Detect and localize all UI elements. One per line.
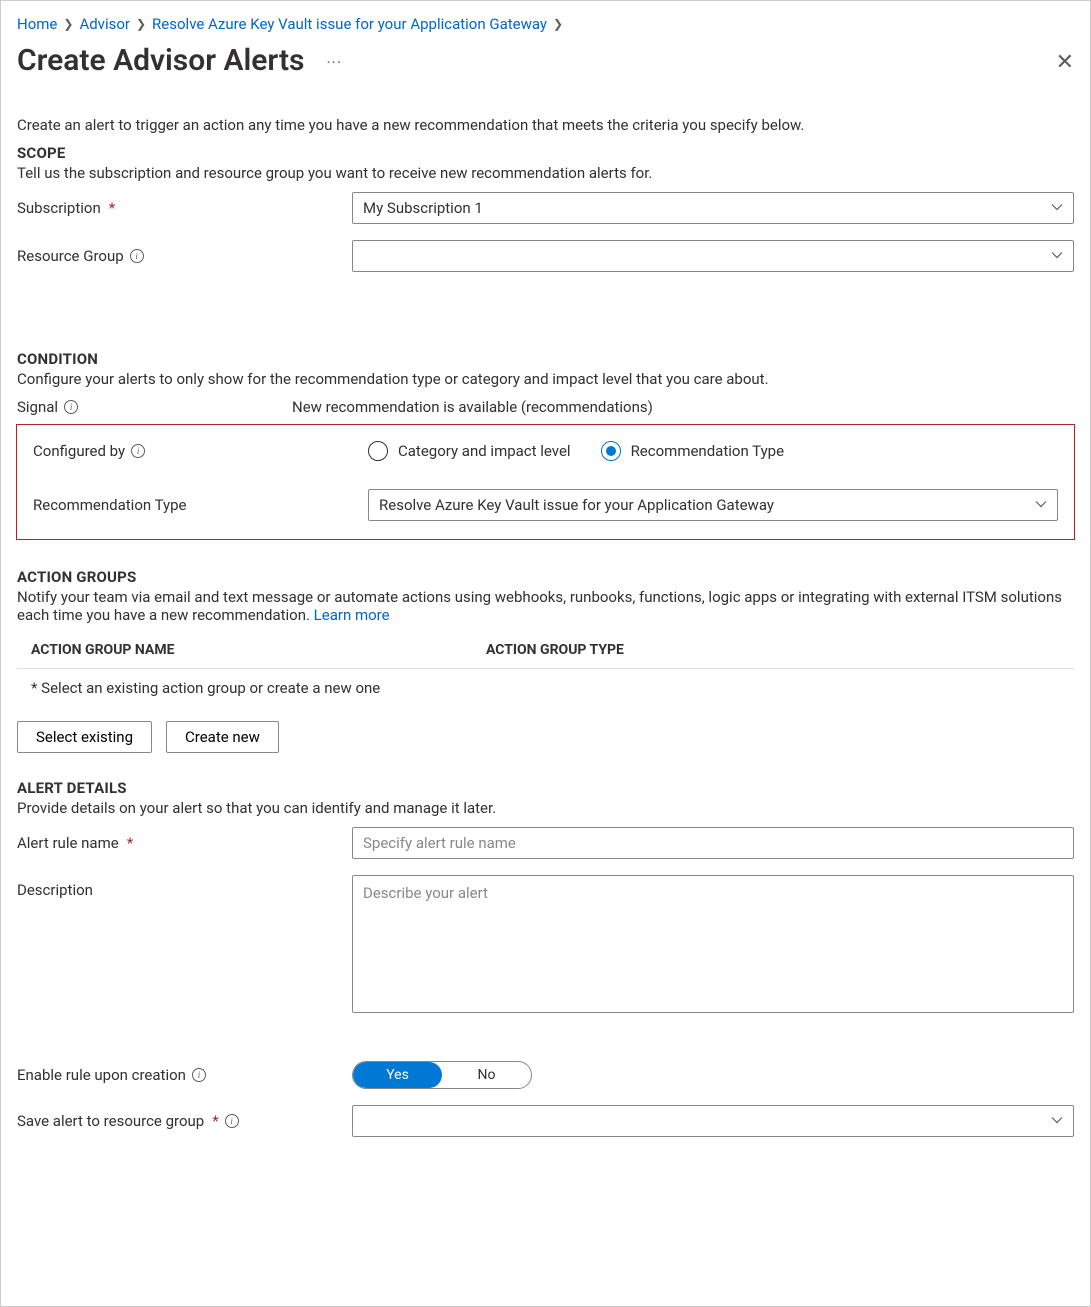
configured-by-highlight: Configured by i Category and impact leve… [16,424,1075,540]
radio-recommendation-type[interactable]: Recommendation Type [601,441,785,461]
recommendation-type-label: Recommendation Type [33,496,187,514]
recommendation-type-select[interactable]: Resolve Azure Key Vault issue for your A… [368,489,1058,521]
breadcrumb-recommendation[interactable]: Resolve Azure Key Vault issue for your A… [152,15,547,33]
section-scope-desc: Tell us the subscription and resource gr… [17,164,1074,182]
configured-by-label: Configured by [33,442,125,460]
chevron-right-icon: ❯ [553,17,563,31]
toggle-no[interactable]: No [442,1062,531,1088]
learn-more-link[interactable]: Learn more [314,606,390,624]
col-action-group-type: ACTION GROUP TYPE [486,642,1060,658]
required-indicator: * [109,199,115,217]
radio-category-impact[interactable]: Category and impact level [368,441,571,461]
breadcrumb: Home ❯ Advisor ❯ Resolve Azure Key Vault… [17,15,1074,33]
subscription-select[interactable]: My Subscription 1 [352,192,1074,224]
section-condition-heading: CONDITION [17,350,1074,368]
enable-rule-label: Enable rule upon creation [17,1066,186,1084]
action-group-table-header: ACTION GROUP NAME ACTION GROUP TYPE [17,636,1074,664]
configured-by-radio-group: Category and impact level Recommendation… [368,441,1058,461]
description-input[interactable] [352,875,1074,1013]
signal-label: Signal [17,398,58,416]
section-condition-desc: Configure your alerts to only show for t… [17,370,1074,388]
info-icon[interactable]: i [64,400,78,414]
save-resource-group-select[interactable] [352,1105,1074,1137]
subscription-value: My Subscription 1 [363,199,483,217]
chevron-down-icon [1051,199,1063,217]
section-scope-heading: SCOPE [17,144,1074,162]
select-existing-button[interactable]: Select existing [17,721,152,753]
alert-rule-name-label: Alert rule name [17,834,119,852]
recommendation-type-value: Resolve Azure Key Vault issue for your A… [379,496,774,514]
section-alert-details-heading: ALERT DETAILS [17,779,1074,797]
section-alert-details-desc: Provide details on your alert so that yo… [17,799,1074,817]
breadcrumb-home[interactable]: Home [17,15,57,33]
resource-group-select[interactable] [352,240,1074,272]
col-action-group-name: ACTION GROUP NAME [31,642,486,658]
breadcrumb-advisor[interactable]: Advisor [79,15,130,33]
alert-rule-name-input[interactable] [352,827,1074,859]
resource-group-label: Resource Group [17,247,124,265]
info-icon[interactable]: i [192,1068,206,1082]
chevron-down-icon [1051,1112,1063,1130]
enable-rule-toggle[interactable]: Yes No [352,1061,532,1089]
chevron-right-icon: ❯ [63,17,73,31]
section-action-groups-heading: ACTION GROUPS [17,568,1074,586]
intro-text: Create an alert to trigger an action any… [17,116,1074,134]
toggle-yes[interactable]: Yes [353,1062,442,1088]
chevron-down-icon [1051,247,1063,265]
save-resource-group-label: Save alert to resource group [17,1112,204,1130]
radio-type-label: Recommendation Type [631,442,785,460]
required-indicator: * [127,834,133,852]
action-group-placeholder: * Select an existing action group or cre… [17,669,1074,721]
radio-category-label: Category and impact level [398,442,571,460]
description-label: Description [17,881,93,899]
chevron-down-icon [1035,496,1047,514]
info-icon[interactable]: i [131,444,145,458]
more-actions-button[interactable]: ··· [326,53,342,72]
section-action-groups-desc: Notify your team via email and text mess… [17,588,1074,624]
signal-value: New recommendation is available (recomme… [292,398,1074,416]
chevron-right-icon: ❯ [136,17,146,31]
subscription-label: Subscription [17,199,101,217]
close-icon[interactable]: ✕ [1056,50,1074,75]
required-indicator: * [212,1112,218,1130]
page-title: Create Advisor Alerts [17,43,304,78]
info-icon[interactable]: i [130,249,144,263]
info-icon[interactable]: i [225,1114,239,1128]
create-new-button[interactable]: Create new [166,721,279,753]
